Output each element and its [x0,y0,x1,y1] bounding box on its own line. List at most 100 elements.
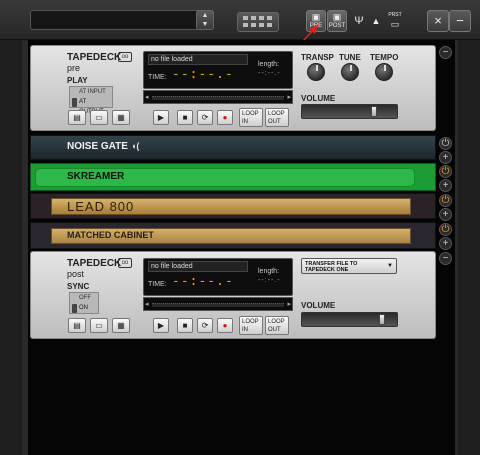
sync-switch[interactable]: OFF ON [69,292,99,314]
matched-cabinet-label: MATCHED CABINET [67,230,154,240]
preset-button[interactable]: PRST ▭ [386,10,404,32]
new-file-button[interactable]: ▤ [68,318,86,333]
tapedeck-pre-panel: TAPEDECK pre oo PLAY AT INPUT AT OUTPUT … [30,45,436,131]
lead-800-add-button[interactable]: + [439,208,452,221]
save-file-button[interactable]: ▦ [112,110,130,125]
rack-view-grid-button[interactable] [237,12,279,32]
switch-knob[interactable] [72,98,77,107]
add-icon: + [442,209,449,220]
tempo-label: TEMPO [370,53,399,62]
cassette-icon: oo [118,52,132,62]
lead-800-power-button[interactable]: ⏻ [439,194,452,207]
length-label: length: [258,268,280,275]
power-icon: ⏻ [441,195,450,206]
noise-gate-strip[interactable]: NOISE GATE ◖( [30,135,436,160]
stop-icon: ■ [182,113,188,122]
loop-button[interactable]: ⟳ [197,110,213,125]
open-file-button[interactable]: ▭ [90,110,108,125]
play-icon: ▶ [157,113,165,122]
noise-gate-add-button[interactable]: + [439,151,452,164]
transpose-knob[interactable] [307,63,325,81]
minus-icon: − [442,47,449,58]
volume-slider[interactable] [301,104,398,119]
skreamer-power-button[interactable]: ⏻ [439,165,452,178]
tune-label: TUNE [339,53,361,62]
stop-icon: ■ [182,321,188,330]
minimize-icon: − [456,13,464,28]
tapedeck-pre-subtitle: pre [67,63,81,73]
transfer-file-dropdown[interactable]: TRANSFER FILE TO TAPEDECK ONE ▼ [301,258,397,274]
scrub-right-icon[interactable]: ▸ [287,300,291,308]
cassette-icon: oo [118,258,132,268]
volume-handle[interactable] [371,106,377,117]
skreamer-strip[interactable]: SKREAMER [30,163,436,191]
loop-out-button[interactable]: LOOP OUT [265,316,289,335]
loop-button[interactable]: ⟳ [197,318,213,333]
tapedeck-pre-add-button[interactable]: − [439,46,452,59]
noise-gate-icon: ◖( [131,141,140,151]
spinner-down-icon[interactable]: ▼ [197,20,213,29]
new-file-button[interactable]: ▤ [68,110,86,125]
close-button[interactable]: × [427,10,449,32]
lead-800-strip[interactable]: LEAD 800 [30,193,436,219]
save-file-button[interactable]: ▦ [112,318,130,333]
record-button[interactable]: ● [217,318,233,333]
loop-icon: ⟳ [201,321,209,330]
play-mode-switch[interactable]: AT INPUT AT OUTPUT [69,86,113,115]
loop-out-button[interactable]: LOOP OUT [265,108,289,127]
mode-option-at-input[interactable]: AT INPUT [70,87,112,97]
open-folder-icon: ▭ [95,321,103,330]
volume-label: VOLUME [301,94,336,103]
switch-knob[interactable] [72,304,77,313]
tune-knob[interactable] [341,63,359,81]
save-icon: ▦ [117,113,125,122]
time-readout: --:--.- [172,67,234,82]
preset-name-field[interactable] [30,10,214,30]
tuner-button[interactable]: Ψ [351,10,367,32]
time-readout: --:--.- [172,274,234,289]
tapedeck-post-button[interactable]: ▣ POST [327,10,347,32]
matched-cabinet-strip[interactable]: MATCHED CABINET [30,222,436,249]
lead-800-label: LEAD 800 [67,199,135,214]
preset-spinner[interactable]: ▲ ▼ [196,10,214,30]
metronome-button[interactable]: ▲ [368,10,384,32]
stop-button[interactable]: ■ [177,110,193,125]
play-icon: ▶ [157,321,165,330]
save-icon: ▦ [117,321,125,330]
scrub-left-icon[interactable]: ◂ [145,300,149,308]
sync-option-off[interactable]: OFF [70,293,98,303]
position-scrub-bar[interactable]: ◂ ▸ [143,90,293,104]
play-button[interactable]: ▶ [153,318,169,333]
record-button[interactable]: ● [217,110,233,125]
tape-display: no file loaded TIME: --:--.- length: --:… [143,258,293,296]
volume-slider[interactable] [301,312,398,327]
noise-gate-power-button[interactable]: ⏻ [439,137,452,150]
spinner-up-icon[interactable]: ▲ [197,11,213,20]
minus-icon: − [442,253,449,264]
tempo-knob[interactable] [375,63,393,81]
power-icon: ⏻ [441,224,450,235]
tapedeck-post-menu-button[interactable]: − [439,252,452,265]
loop-icon: ⟳ [201,113,209,122]
play-button[interactable]: ▶ [153,110,169,125]
loop-in-button[interactable]: LOOP IN [239,108,263,127]
skreamer-add-button[interactable]: + [439,179,452,192]
scrub-right-icon[interactable]: ▸ [287,93,291,101]
new-file-icon: ▤ [73,321,81,330]
record-icon: ● [222,113,228,122]
minimize-button[interactable]: − [449,10,471,32]
volume-handle[interactable] [379,314,385,325]
stop-button[interactable]: ■ [177,318,193,333]
cabinet-power-button[interactable]: ⏻ [439,223,452,236]
tapedeck-post-panel: TAPEDECK post oo SYNC OFF ON ▤ ▭ ▦ no fi… [30,251,436,339]
play-mode-label: PLAY [67,76,88,85]
cabinet-add-button[interactable]: + [439,237,452,250]
tapedeck-post-label: POST [328,23,346,29]
loop-in-button[interactable]: LOOP IN [239,316,263,335]
tuner-fork-icon: Ψ [354,15,364,27]
close-icon: × [434,13,442,28]
open-file-button[interactable]: ▭ [90,318,108,333]
position-scrub-bar[interactable]: ◂ ▸ [143,297,293,311]
scrub-left-icon[interactable]: ◂ [145,93,149,101]
transpose-label: TRANSP [301,53,334,62]
